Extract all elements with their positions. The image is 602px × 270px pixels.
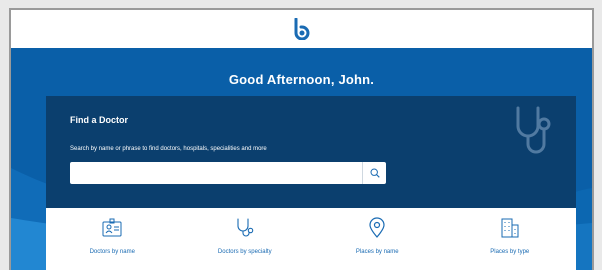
top-bar	[11, 10, 592, 48]
map-pin-icon	[369, 217, 385, 238]
option-doctors-by-specialty[interactable]: Doctors by specialty	[179, 208, 312, 270]
search-options: Doctors by name Doctors by specialty Pla…	[46, 208, 576, 270]
stethoscope-icon	[516, 106, 551, 154]
search-input[interactable]	[70, 162, 362, 184]
find-doctor-card: Find a Doctor Search by name or phrase t…	[46, 96, 576, 208]
greeting-heading: Good Afternoon, John.	[228, 72, 375, 87]
building-icon	[501, 218, 519, 238]
find-doctor-title: Find a Doctor	[70, 115, 128, 125]
stethoscope-icon	[237, 218, 254, 237]
search-icon	[369, 168, 380, 178]
option-label: Places by name	[355, 249, 399, 255]
app-window: Good Afternoon, John. Find a Doctor Sear…	[9, 8, 594, 270]
search-field	[70, 162, 386, 184]
id-badge-icon	[102, 218, 122, 237]
hero-section: Good Afternoon, John. Find a Doctor Sear…	[11, 48, 592, 270]
option-places-by-name[interactable]: Places by name	[311, 208, 444, 270]
option-label: Doctors by name	[89, 249, 135, 255]
find-doctor-description: Search by name or phrase to find doctors…	[70, 146, 267, 152]
option-label: Places by type	[490, 249, 530, 255]
b-logo-icon[interactable]	[293, 18, 311, 40]
option-places-by-type[interactable]: Places by type	[444, 208, 577, 270]
option-label: Doctors by specialty	[217, 249, 272, 255]
option-doctors-by-name[interactable]: Doctors by name	[46, 208, 179, 270]
search-button[interactable]	[362, 162, 386, 184]
